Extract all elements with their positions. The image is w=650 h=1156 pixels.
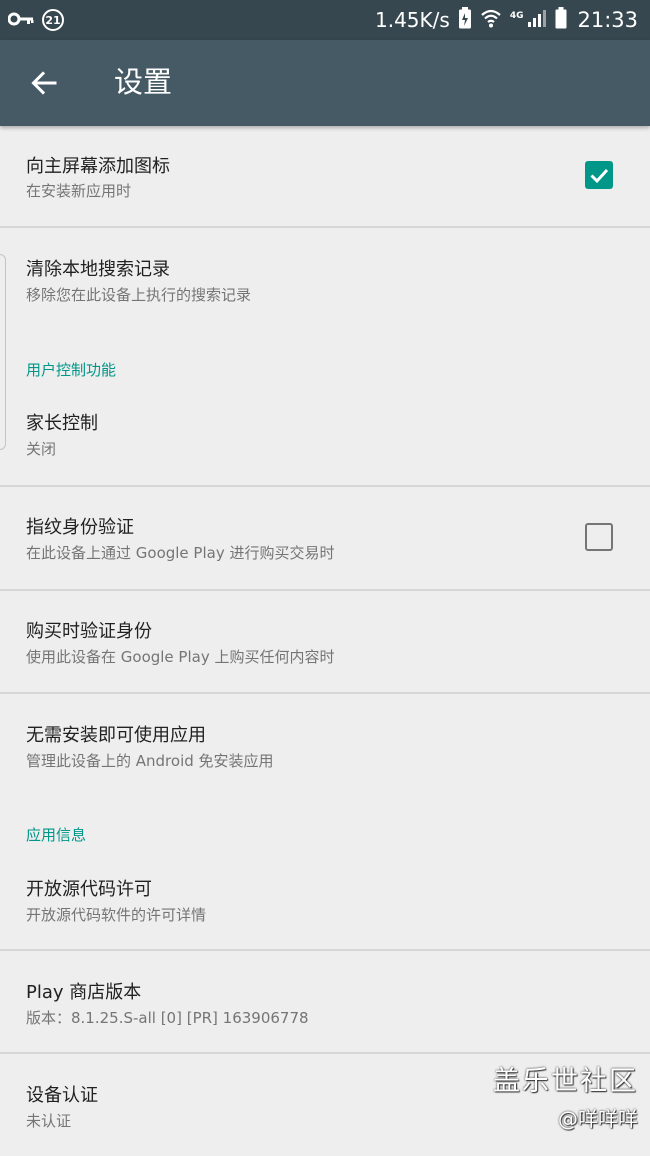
battery-icon bbox=[555, 7, 567, 33]
setting-summary: 版本：8.1.25.S-all [0] [PR] 163906778 bbox=[26, 1009, 309, 1027]
setting-clear-history[interactable]: 清除本地搜索记录 移除您在此设备上执行的搜索记录 bbox=[0, 228, 650, 331]
status-time: 21:33 bbox=[577, 8, 638, 32]
setting-play-version[interactable]: Play 商店版本 版本：8.1.25.S-all [0] [PR] 16390… bbox=[0, 951, 650, 1052]
add-icon-checkbox[interactable] bbox=[585, 161, 613, 189]
settings-list: 向主屏幕添加图标 在安装新应用时 清除本地搜索记录 移除您在此设备上执行的搜索记… bbox=[0, 126, 650, 1156]
network-speed: 1.45K/s bbox=[375, 8, 450, 32]
setting-summary: 未认证 bbox=[26, 1112, 72, 1130]
setting-parental-controls[interactable]: 家长控制 关闭 bbox=[0, 383, 650, 485]
status-right: 1.45K/s 4G 21:33 bbox=[375, 6, 638, 34]
setting-summary: 关闭 bbox=[26, 440, 57, 458]
setting-title: 无需安装即可使用应用 bbox=[26, 725, 206, 746]
setting-title: 设备认证 bbox=[26, 1085, 98, 1106]
status-left: 21 bbox=[7, 8, 64, 32]
app-bar: 设置 bbox=[0, 40, 650, 126]
page-title: 设置 bbox=[114, 65, 173, 99]
setting-title: 购买时验证身份 bbox=[26, 621, 152, 642]
setting-summary: 移除您在此设备上执行的搜索记录 bbox=[26, 286, 252, 304]
setting-summary: 开放源代码软件的许可详情 bbox=[26, 906, 207, 924]
setting-summary: 使用此设备在 Google Play 上购买任何内容时 bbox=[26, 648, 335, 666]
arrow-back-icon bbox=[31, 71, 57, 95]
setting-require-auth[interactable]: 购买时验证身份 使用此设备在 Google Play 上购买任何内容时 bbox=[0, 591, 650, 692]
network-type-label: 4G bbox=[509, 11, 524, 21]
watermark-user: @咩咩咩 bbox=[558, 1107, 638, 1131]
back-button[interactable] bbox=[22, 61, 66, 105]
setting-instant-apps[interactable]: 无需安装即可使用应用 管理此设备上的 Android 免安装应用 bbox=[0, 694, 650, 794]
setting-title: 向主屏幕添加图标 bbox=[26, 156, 170, 177]
wifi-icon bbox=[480, 7, 502, 33]
setting-fingerprint[interactable]: 指纹身份验证 在此设备上通过 Google Play 进行购买交易时 bbox=[0, 487, 650, 589]
fingerprint-checkbox[interactable] bbox=[585, 523, 613, 551]
status-bar: 21 1.45K/s 4G 21:33 bbox=[0, 0, 650, 40]
section-header-about: 应用信息 bbox=[26, 826, 87, 844]
watermark: 盖乐世社区 @咩咩咩 bbox=[493, 1064, 638, 1134]
setting-summary: 在安装新应用时 bbox=[26, 182, 132, 200]
key-icon bbox=[7, 11, 34, 30]
setting-title: 开放源代码许可 bbox=[26, 879, 152, 900]
setting-title: 家长控制 bbox=[26, 413, 98, 434]
setting-title: 清除本地搜索记录 bbox=[26, 259, 170, 280]
setting-add-icon[interactable]: 向主屏幕添加图标 在安装新应用时 bbox=[0, 126, 650, 226]
setting-open-source[interactable]: 开放源代码许可 开放源代码软件的许可详情 bbox=[0, 848, 650, 949]
setting-summary: 在此设备上通过 Google Play 进行购买交易时 bbox=[26, 544, 335, 562]
notification-count-badge: 21 bbox=[42, 9, 64, 31]
watermark-brand: 盖乐世社区 bbox=[493, 1066, 638, 1097]
edge-panel-handle[interactable] bbox=[0, 254, 6, 450]
setting-summary: 管理此设备上的 Android 免安装应用 bbox=[26, 752, 274, 770]
check-icon bbox=[590, 168, 609, 184]
battery-saver-icon bbox=[458, 7, 472, 33]
section-header-user-controls: 用户控制功能 bbox=[26, 361, 117, 379]
setting-title: 指纹身份验证 bbox=[26, 517, 134, 538]
setting-title: Play 商店版本 bbox=[26, 982, 142, 1003]
cell-signal-icon bbox=[527, 8, 547, 32]
